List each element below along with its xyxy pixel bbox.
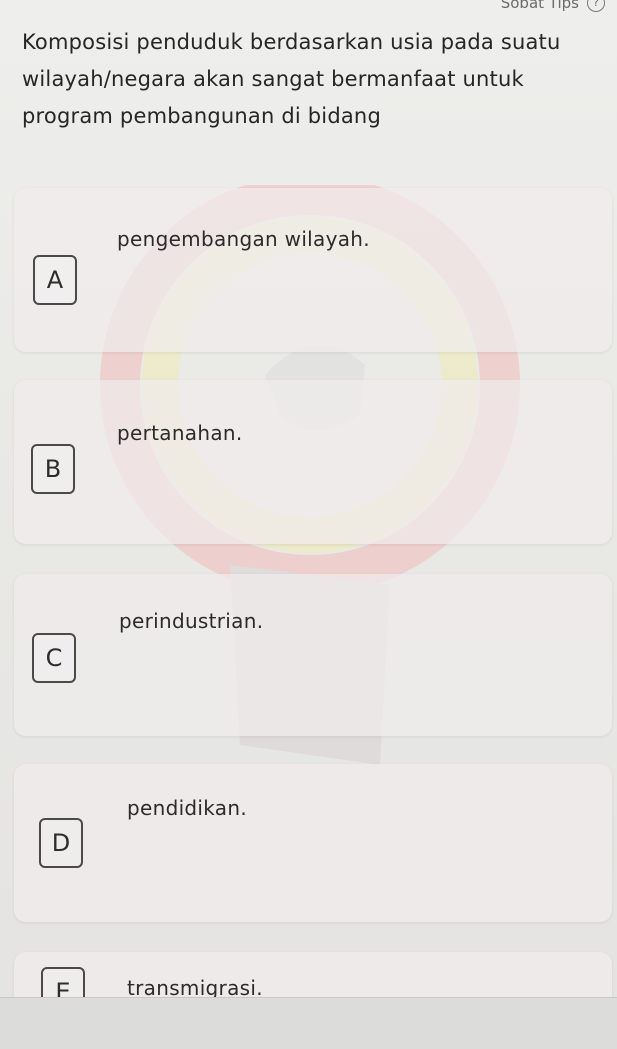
option-b-letter: B bbox=[31, 444, 75, 494]
option-a-letter: A bbox=[33, 255, 77, 305]
option-c[interactable]: C perindustrian. bbox=[14, 574, 612, 736]
sobat-tips-label[interactable]: Sobat Tips bbox=[501, 0, 579, 12]
option-d-text: pendidikan. bbox=[127, 796, 247, 820]
option-c-letter: C bbox=[32, 633, 76, 683]
topbar: Sobat Tips ? bbox=[501, 0, 605, 12]
bottom-bar bbox=[0, 997, 617, 1049]
option-a[interactable]: A pengembangan wilayah. bbox=[14, 188, 612, 352]
question-text: Komposisi penduduk berdasarkan usia pada… bbox=[22, 30, 561, 128]
option-b[interactable]: B pertanahan. bbox=[14, 380, 612, 544]
option-a-text: pengembangan wilayah. bbox=[117, 227, 370, 251]
help-icon[interactable]: ? bbox=[587, 0, 605, 12]
option-d[interactable]: D pendidikan. bbox=[14, 764, 612, 922]
option-d-letter: D bbox=[39, 818, 83, 868]
option-c-text: perindustrian. bbox=[119, 609, 264, 633]
option-b-text: pertanahan. bbox=[117, 421, 243, 445]
